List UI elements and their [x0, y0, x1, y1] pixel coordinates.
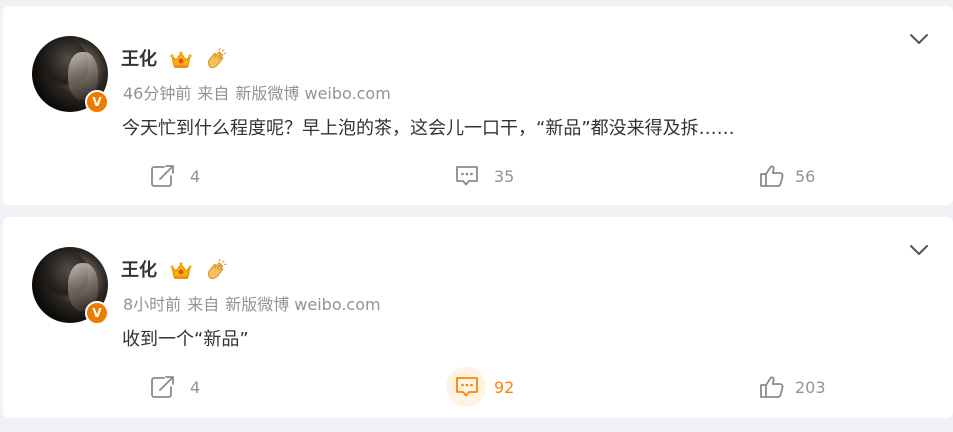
clapping-hand-icon[interactable] [205, 48, 227, 70]
post-text: 今天忙到什么程度呢？早上泡的茶，这会儿一口干，“新品”都没来得及拆…… [122, 118, 735, 139]
comment-count: 35 [494, 166, 515, 186]
verified-badge: V [85, 301, 109, 325]
repost-button[interactable]: 4 [150, 371, 200, 403]
chevron-down-icon[interactable] [908, 243, 930, 257]
post-text: 收到一个“新品” [122, 329, 249, 350]
like-count: 203 [795, 377, 826, 397]
repost-count: 4 [190, 166, 201, 186]
repost-icon [151, 165, 174, 187]
author-name[interactable]: 王化 [121, 259, 157, 283]
post-meta: 46分钟前 来自 新版微博 weibo.com [123, 84, 397, 104]
feed-card: V 王化 8小时前来自新版微博 weibo.com 收到一个“新品” 4 9 [3, 217, 953, 418]
comment-button[interactable]: 35 [454, 160, 514, 192]
post-source: 新版微博 weibo.com [235, 84, 391, 103]
verified-badge: V [85, 90, 109, 114]
comment-button[interactable]: 92 [446, 367, 515, 407]
post-time[interactable]: 8小时前 [123, 295, 181, 314]
chevron-down-icon[interactable] [908, 32, 930, 46]
source-prefix: 来自 [187, 295, 220, 314]
comment-icon [456, 377, 478, 397]
comment-count: 92 [494, 377, 515, 397]
like-button[interactable]: 203 [759, 371, 826, 403]
repost-count: 4 [190, 377, 201, 397]
thumbs-up-icon [760, 165, 784, 187]
comment-icon [456, 166, 478, 186]
source-prefix: 来自 [197, 84, 230, 103]
repost-icon [151, 376, 174, 398]
like-button[interactable]: 56 [759, 160, 815, 192]
vip-crown-icon[interactable] [170, 50, 192, 70]
like-count: 56 [795, 166, 816, 186]
post-time[interactable]: 46分钟前 [123, 84, 191, 103]
feed-card: V 王化 46分钟前 来自 新版微博 weibo.com 今天忙到什么程度呢？早上泡… [3, 6, 953, 205]
repost-button[interactable]: 4 [150, 160, 200, 192]
thumbs-up-icon [760, 376, 784, 398]
author-name[interactable]: 王化 [121, 48, 157, 72]
clapping-hand-icon[interactable] [205, 259, 227, 281]
vip-crown-icon[interactable] [170, 261, 192, 281]
post-source: 新版微博 weibo.com [225, 295, 381, 314]
post-meta: 8小时前 来自 新版微博 weibo.com [123, 295, 387, 315]
